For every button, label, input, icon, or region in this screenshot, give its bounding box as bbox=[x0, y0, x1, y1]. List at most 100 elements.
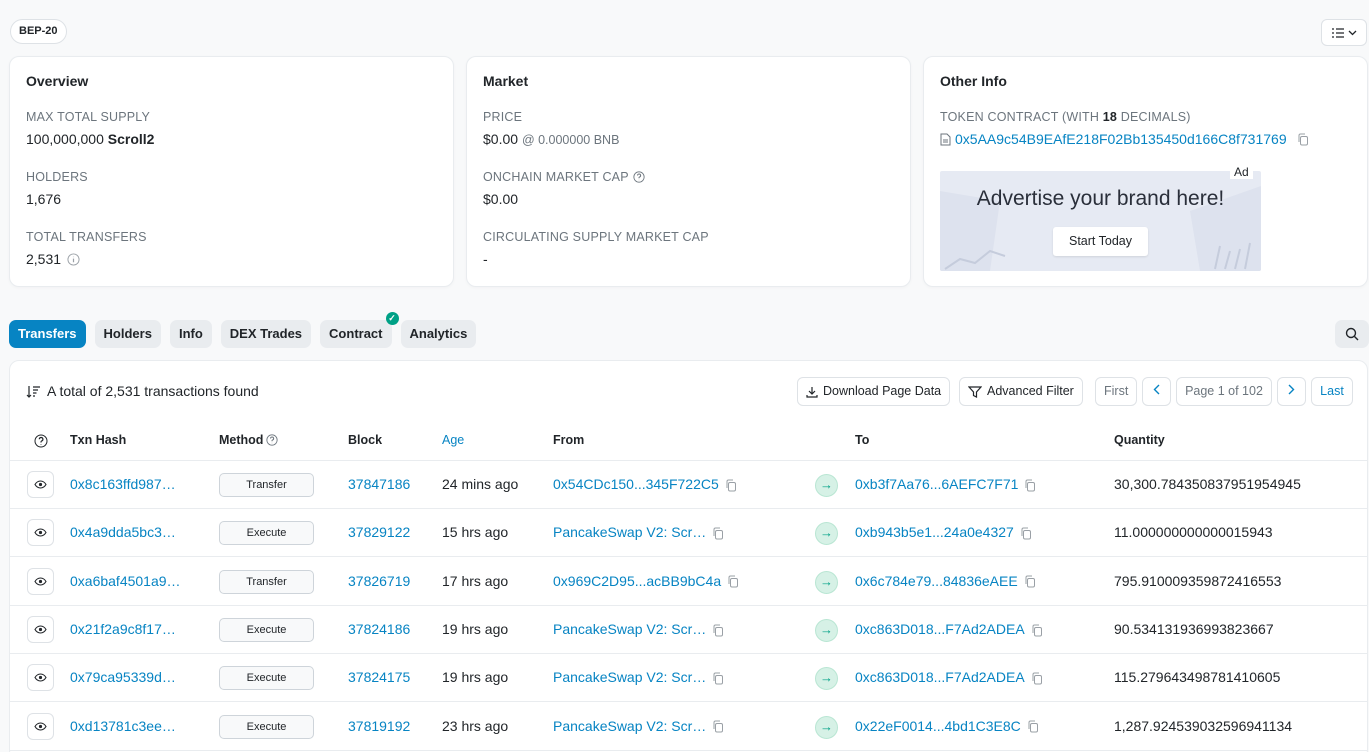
page-indicator: Page 1 of 102 bbox=[1176, 377, 1272, 406]
method-badge: Execute bbox=[219, 666, 314, 691]
age-text: 24 mins ago bbox=[442, 476, 519, 492]
block-link[interactable]: 37829122 bbox=[348, 524, 410, 540]
contract-label-pre: TOKEN CONTRACT (WITH bbox=[940, 110, 1103, 124]
onchain-cap-value: $0.00 bbox=[483, 191, 519, 207]
block-link[interactable]: 37819192 bbox=[348, 718, 410, 734]
table-row: 0x79ca95339d… Execute 37824175 19 hrs ago Pa… bbox=[10, 654, 1367, 703]
question-icon[interactable] bbox=[633, 171, 645, 183]
txn-hash-link[interactable]: 0x8c163ffd987… bbox=[70, 476, 176, 492]
download-page-data-button[interactable]: Download Page Data bbox=[797, 377, 951, 406]
tab-analytics[interactable]: Analytics bbox=[400, 320, 477, 348]
block-link[interactable]: 37826719 bbox=[348, 573, 410, 589]
copy-icon[interactable] bbox=[1020, 527, 1032, 540]
view-txn-button[interactable] bbox=[27, 712, 54, 740]
circ-cap-value: - bbox=[483, 251, 488, 267]
method-badge: Transfer bbox=[219, 569, 314, 594]
txn-hash-link[interactable]: 0xa6baf4501a9… bbox=[70, 573, 181, 589]
direction-arrow-icon: → bbox=[815, 474, 838, 497]
chevron-left-icon bbox=[1153, 384, 1160, 395]
copy-icon[interactable] bbox=[712, 720, 724, 733]
max-supply-label: MAX TOTAL SUPPLY bbox=[26, 110, 151, 124]
to-address-link[interactable]: 0x6c784e79...84836eAEE bbox=[855, 573, 1018, 589]
from-address-link[interactable]: PancakeSwap V2: Scr… bbox=[553, 621, 706, 637]
search-button[interactable] bbox=[1335, 320, 1369, 348]
to-address-link[interactable]: 0xc863D018...F7Ad2ADEA bbox=[855, 621, 1025, 637]
table-row: 0x4a9dda5bc3… Execute 37829122 15 hrs ago Pa… bbox=[10, 509, 1367, 558]
tab-holders[interactable]: Holders bbox=[94, 320, 161, 348]
from-address-link[interactable]: PancakeSwap V2: Scr… bbox=[553, 669, 706, 685]
to-address-link[interactable]: 0xb3f7Aa76...6AEFC7F71 bbox=[855, 476, 1018, 492]
txn-hash-link[interactable]: 0x21f2a9c8f17… bbox=[70, 621, 176, 637]
to-wrap: 0xc863D018...F7Ad2ADEA bbox=[855, 621, 1043, 637]
contract-address-link[interactable]: 0x5AA9c54B9EAfE218F02Bb135450d166C8f7317… bbox=[955, 131, 1287, 147]
to-address-link[interactable]: 0x22eF0014...4bd1C3E8C bbox=[855, 718, 1021, 734]
txn-hash-link[interactable]: 0xd13781c3ee… bbox=[70, 718, 176, 734]
chevron-right-icon bbox=[1288, 384, 1295, 395]
view-txn-button[interactable] bbox=[27, 664, 54, 692]
header-age[interactable]: Age bbox=[442, 433, 464, 447]
transfers-value: 2,531 bbox=[26, 251, 62, 267]
copy-icon[interactable] bbox=[1024, 575, 1036, 588]
from-address-link[interactable]: PancakeSwap V2: Scr… bbox=[553, 524, 706, 540]
copy-icon[interactable] bbox=[712, 624, 724, 637]
block-link[interactable]: 37824175 bbox=[348, 669, 410, 685]
quantity-text: 11.000000000000015943 bbox=[1114, 524, 1273, 541]
quantity-text: 795.910009359872416553 bbox=[1114, 572, 1282, 589]
from-address-link[interactable]: 0x969C2D95...acBB9bC4a bbox=[553, 573, 721, 589]
tab-transfers[interactable]: Transfers bbox=[9, 320, 86, 348]
summary-text: A total of 2,531 transactions found bbox=[47, 383, 259, 399]
txn-hash-link[interactable]: 0x4a9dda5bc3… bbox=[70, 524, 176, 540]
question-icon[interactable] bbox=[266, 434, 279, 446]
from-wrap: PancakeSwap V2: Scr… bbox=[553, 669, 724, 685]
copy-icon[interactable] bbox=[1297, 133, 1309, 146]
ad-start-button[interactable]: Start Today bbox=[1053, 227, 1148, 256]
next-page-button[interactable] bbox=[1277, 377, 1306, 406]
view-txn-button[interactable] bbox=[27, 519, 54, 547]
block-link[interactable]: 37824186 bbox=[348, 621, 410, 637]
tab-dex-trades[interactable]: DEX Trades bbox=[220, 320, 312, 348]
info-icon[interactable] bbox=[67, 252, 80, 266]
ad-tag: Ad bbox=[1230, 165, 1253, 179]
direction-arrow-icon: → bbox=[815, 522, 838, 546]
copy-icon[interactable] bbox=[1027, 720, 1039, 733]
first-page-button[interactable]: First bbox=[1095, 377, 1137, 406]
advanced-filter-button[interactable]: Advanced Filter bbox=[959, 377, 1083, 406]
copy-icon[interactable] bbox=[712, 672, 724, 685]
from-address-link[interactable]: PancakeSwap V2: Scr… bbox=[553, 718, 706, 734]
to-wrap: 0xb943b5e1...24a0e4327 bbox=[855, 524, 1032, 540]
view-txn-button[interactable] bbox=[27, 567, 54, 595]
view-txn-button[interactable] bbox=[27, 615, 54, 643]
copy-icon[interactable] bbox=[1031, 624, 1043, 637]
prev-page-button[interactable] bbox=[1142, 377, 1171, 406]
from-address-link[interactable]: 0x54CDc150...345F722C5 bbox=[553, 476, 719, 492]
to-address-link[interactable]: 0xc863D018...F7Ad2ADEA bbox=[855, 669, 1025, 685]
tab-contract[interactable]: Contract ✓ bbox=[320, 312, 399, 348]
filter-label: Advanced Filter bbox=[987, 384, 1074, 398]
tab-info[interactable]: Info bbox=[169, 320, 212, 348]
view-txn-button[interactable] bbox=[27, 471, 54, 498]
copy-icon[interactable] bbox=[1024, 479, 1036, 492]
eye-icon bbox=[34, 625, 47, 634]
verified-check-icon: ✓ bbox=[385, 312, 399, 325]
question-icon[interactable] bbox=[34, 434, 48, 448]
direction-arrow-icon: → bbox=[815, 667, 838, 691]
view-options-button[interactable] bbox=[1321, 19, 1367, 46]
txn-hash-link[interactable]: 0x79ca95339d… bbox=[70, 669, 176, 685]
to-wrap: 0x6c784e79...84836eAEE bbox=[855, 573, 1036, 589]
ad-banner[interactable]: Advertise your brand here! Start Today bbox=[940, 171, 1261, 271]
copy-icon[interactable] bbox=[725, 479, 737, 492]
header-method: Method bbox=[219, 433, 264, 447]
search-icon bbox=[1345, 327, 1359, 341]
table-row: 0x21f2a9c8f17… Execute 37824186 19 hrs ago P… bbox=[10, 606, 1367, 654]
chevron-down-icon bbox=[1348, 30, 1357, 35]
copy-icon[interactable] bbox=[712, 527, 724, 540]
block-link[interactable]: 37847186 bbox=[348, 476, 410, 492]
from-wrap: 0x54CDc150...345F722C5 bbox=[553, 476, 737, 492]
copy-icon[interactable] bbox=[727, 575, 739, 588]
to-address-link[interactable]: 0xb943b5e1...24a0e4327 bbox=[855, 524, 1014, 540]
to-wrap: 0x22eF0014...4bd1C3E8C bbox=[855, 718, 1039, 734]
direction-arrow-icon: → bbox=[815, 715, 838, 739]
copy-icon[interactable] bbox=[1031, 672, 1043, 685]
circ-cap-label: CIRCULATING SUPPLY MARKET CAP bbox=[483, 230, 709, 244]
last-page-button[interactable]: Last bbox=[1311, 377, 1353, 406]
